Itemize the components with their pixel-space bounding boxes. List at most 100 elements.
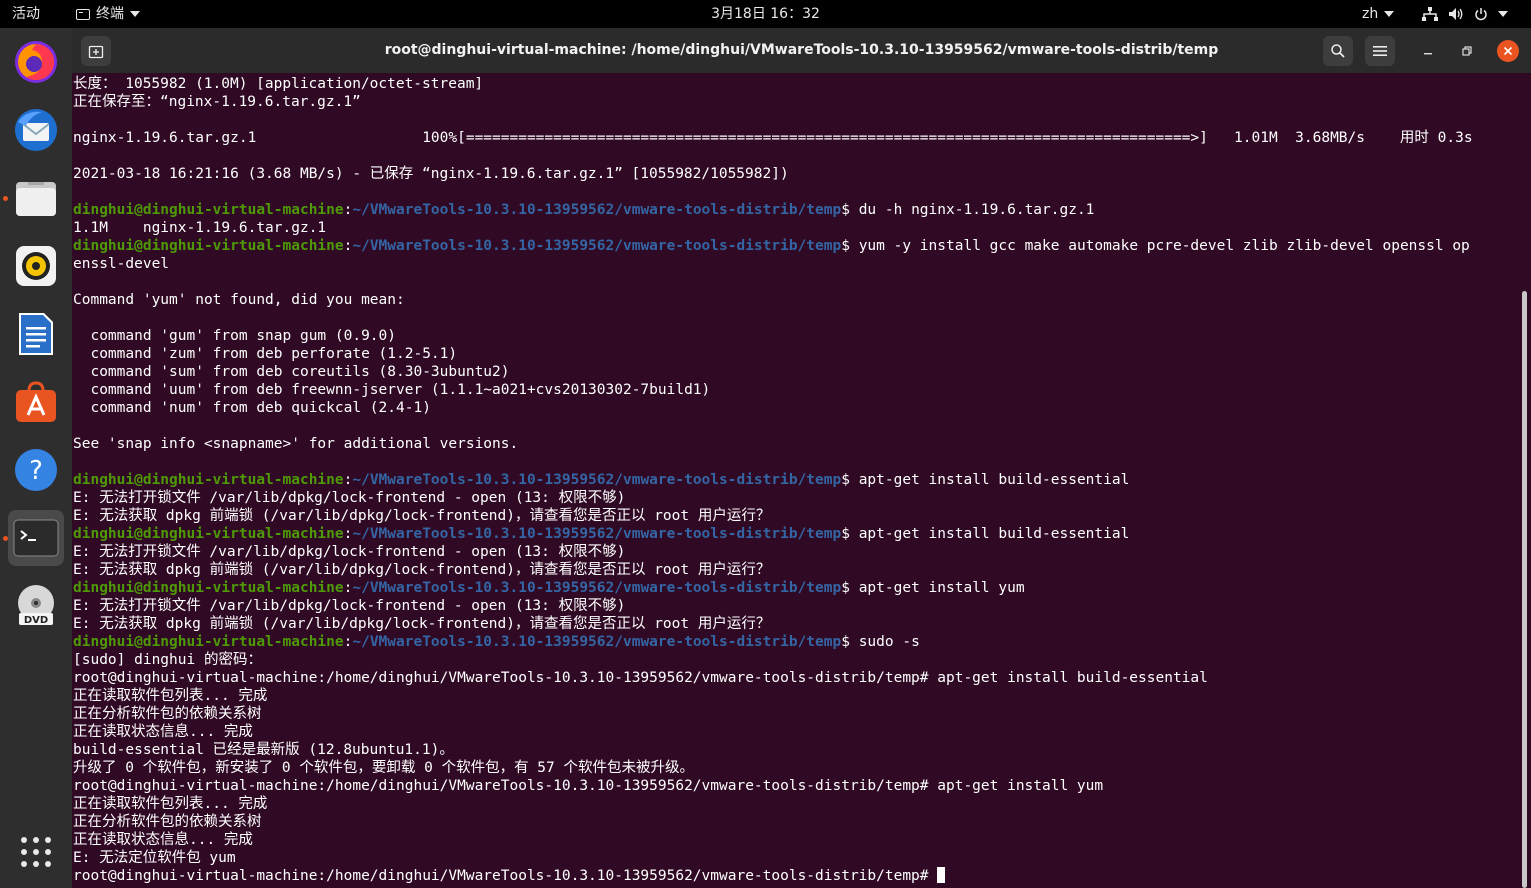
terminal-line: See 'snap info <snapname>' for additiona… (73, 435, 1473, 453)
output-text: 正在读取软件包列表... 完成 (73, 796, 268, 812)
svg-text:DVD: DVD (24, 615, 48, 626)
rhythmbox-icon (16, 246, 56, 286)
prompt-user: dinghui@dinghui-virtual-machine (73, 526, 344, 542)
output-text: Command 'yum' not found, did you mean: (73, 292, 405, 308)
prompt-user: dinghui@dinghui-virtual-machine (73, 472, 344, 488)
output-text: enssl-devel (73, 256, 170, 272)
terminal-line: root@dinghui-virtual-machine:/home/dingh… (73, 867, 1473, 885)
output-text: 正在读取软件包列表... 完成 (73, 688, 268, 704)
command-text: apt-get install build-essential (858, 472, 1130, 488)
terminal-line: Command 'yum' not found, did you mean: (73, 291, 1473, 309)
terminal-line: E: 无法获取 dpkg 前端锁 (/var/lib/dpkg/lock-fro… (73, 507, 1473, 525)
system-menu[interactable] (1422, 0, 1508, 28)
chevron-down-icon (130, 11, 140, 17)
app-menu[interactable]: 终端 (76, 0, 140, 28)
command-text: apt-get install build-essential (937, 670, 1208, 686)
running-indicator (3, 196, 8, 201)
terminal-text: 长度： 1055982 (1.0M) [application/octet-st… (73, 75, 1473, 885)
title-bar[interactable]: root@dinghui-virtual-machine: /home/ding… (72, 28, 1531, 73)
power-icon (1475, 8, 1487, 21)
output-text: E: 无法获取 dpkg 前端锁 (/var/lib/dpkg/lock-fro… (73, 616, 771, 632)
prompt-path: ~/VMwareTools-10.3.10-13959562/vmware-to… (352, 634, 842, 650)
dock-ubuntu-software[interactable] (8, 374, 64, 430)
restore-icon (1462, 46, 1472, 56)
terminal-line: nginx-1.19.6.tar.gz.1 100%[=============… (73, 129, 1473, 147)
scrollbar[interactable] (1522, 291, 1527, 888)
help-icon: ? (15, 449, 57, 491)
command-text: apt-get install yum (937, 778, 1104, 794)
terminal-line: 升级了 0 个软件包，新安装了 0 个软件包，要卸载 0 个软件包，有 57 个… (73, 759, 1473, 777)
terminal-line: dinghui@dinghui-virtual-machine:~/VMware… (73, 580, 1025, 596)
output-text: E: 无法定位软件包 yum (73, 850, 236, 866)
output-text: 长度： 1055982 (1.0M) [application/octet-st… (73, 76, 484, 92)
files-icon (16, 182, 56, 216)
output-text: 正在读取状态信息... 完成 (73, 724, 253, 740)
clock[interactable]: 3月18日 16：32 (711, 0, 820, 28)
prompt-path: ~/VMwareTools-10.3.10-13959562/vmware-to… (352, 238, 842, 254)
restore-button[interactable] (1456, 40, 1478, 62)
dock-terminal[interactable] (8, 510, 64, 566)
chevron-down-icon (1384, 11, 1395, 17)
prompt-path: ~/VMwareTools-10.3.10-13959562/vmware-to… (352, 202, 842, 218)
terminal-line: dinghui@dinghui-virtual-machine:~/VMware… (73, 526, 1130, 542)
command-text: yum -y install gcc make automake pcre-de… (858, 238, 1470, 254)
activities-button[interactable]: 活动 (12, 0, 40, 28)
close-button[interactable] (1497, 40, 1519, 62)
prompt-path: ~/VMwareTools-10.3.10-13959562/vmware-to… (352, 580, 842, 596)
terminal-line: E: 无法定位软件包 yum (73, 849, 1473, 867)
terminal-line: E: 无法打开锁文件 /var/lib/dpkg/lock-frontend -… (73, 543, 1473, 561)
dock-help[interactable]: ? (8, 442, 64, 498)
terminal-line: command 'num' from deb quickcal (2.4-1) (73, 399, 1473, 417)
terminal-line: E: 无法获取 dpkg 前端锁 (/var/lib/dpkg/lock-fro… (73, 615, 1473, 633)
output-text: command 'num' from deb quickcal (2.4-1) (73, 400, 431, 416)
chevron-down-icon (1498, 11, 1508, 17)
root-prompt: root@dinghui-virtual-machine:/home/dingh… (73, 778, 938, 794)
dock-dvd[interactable]: DVD (8, 578, 64, 634)
menu-button[interactable] (1365, 36, 1395, 66)
dock: ? DVD (0, 28, 72, 888)
text-cursor (937, 867, 946, 883)
terminal-line: [sudo] dinghui 的密码： (73, 651, 1473, 669)
activities-label: 活动 (12, 6, 40, 22)
root-prompt: root@dinghui-virtual-machine:/home/dingh… (73, 670, 938, 686)
output-text: command 'zum' from deb perforate (1.2-5.… (73, 346, 458, 362)
terminal-line: root@dinghui-virtual-machine:/home/dingh… (73, 669, 1473, 687)
dock-thunderbird[interactable] (8, 102, 64, 158)
terminal-line: 正在读取状态信息... 完成 (73, 723, 1473, 741)
search-button[interactable] (1323, 36, 1353, 66)
prompt-user: dinghui@dinghui-virtual-machine (73, 202, 344, 218)
dock-files[interactable] (8, 170, 64, 226)
window-title: root@dinghui-virtual-machine: /home/ding… (384, 42, 1219, 58)
language-indicator[interactable]: zh (1362, 0, 1395, 28)
root-prompt: root@dinghui-virtual-machine:/home/dingh… (73, 868, 938, 884)
prompt-path: ~/VMwareTools-10.3.10-13959562/vmware-to… (352, 526, 842, 542)
dock-firefox[interactable] (8, 34, 64, 90)
output-text: E: 无法获取 dpkg 前端锁 (/var/lib/dpkg/lock-fro… (73, 508, 771, 524)
terminal-line: 正在读取软件包列表... 完成 (73, 687, 1473, 705)
prompt-user: dinghui@dinghui-virtual-machine (73, 238, 344, 254)
command-text: apt-get install build-essential (858, 526, 1130, 542)
output-text: command 'uum' from deb freewnn-jserver (… (73, 382, 711, 398)
terminal-line: E: 无法打开锁文件 /var/lib/dpkg/lock-frontend -… (73, 489, 1473, 507)
terminal-line: E: 无法获取 dpkg 前端锁 (/var/lib/dpkg/lock-fro… (73, 561, 1473, 579)
output-text: 正在分析软件包的依赖关系树 (73, 706, 262, 722)
command-text: sudo -s (858, 634, 920, 650)
command-text: du -h nginx-1.19.6.tar.gz.1 (858, 202, 1095, 218)
show-applications-button[interactable] (8, 824, 64, 880)
dock-rhythmbox[interactable] (8, 238, 64, 294)
prompt-user: dinghui@dinghui-virtual-machine (73, 580, 344, 596)
minimize-button[interactable] (1417, 40, 1439, 62)
dvd-icon: DVD (18, 585, 54, 626)
minimize-icon (1424, 53, 1432, 55)
close-icon (1503, 46, 1513, 56)
output-text: 升级了 0 个软件包，新安装了 0 个软件包，要卸载 0 个软件包，有 57 个… (73, 760, 694, 776)
terminal-line: 正在保存至：“nginx-1.19.6.tar.gz.1” (73, 93, 1473, 111)
output-text: See 'snap info <snapname>' for additiona… (73, 436, 519, 452)
dock-writer[interactable] (8, 306, 64, 362)
terminal-output[interactable]: 长度： 1055982 (1.0M) [application/octet-st… (72, 73, 1531, 888)
terminal-line: dinghui@dinghui-virtual-machine:~/VMware… (73, 202, 1095, 218)
